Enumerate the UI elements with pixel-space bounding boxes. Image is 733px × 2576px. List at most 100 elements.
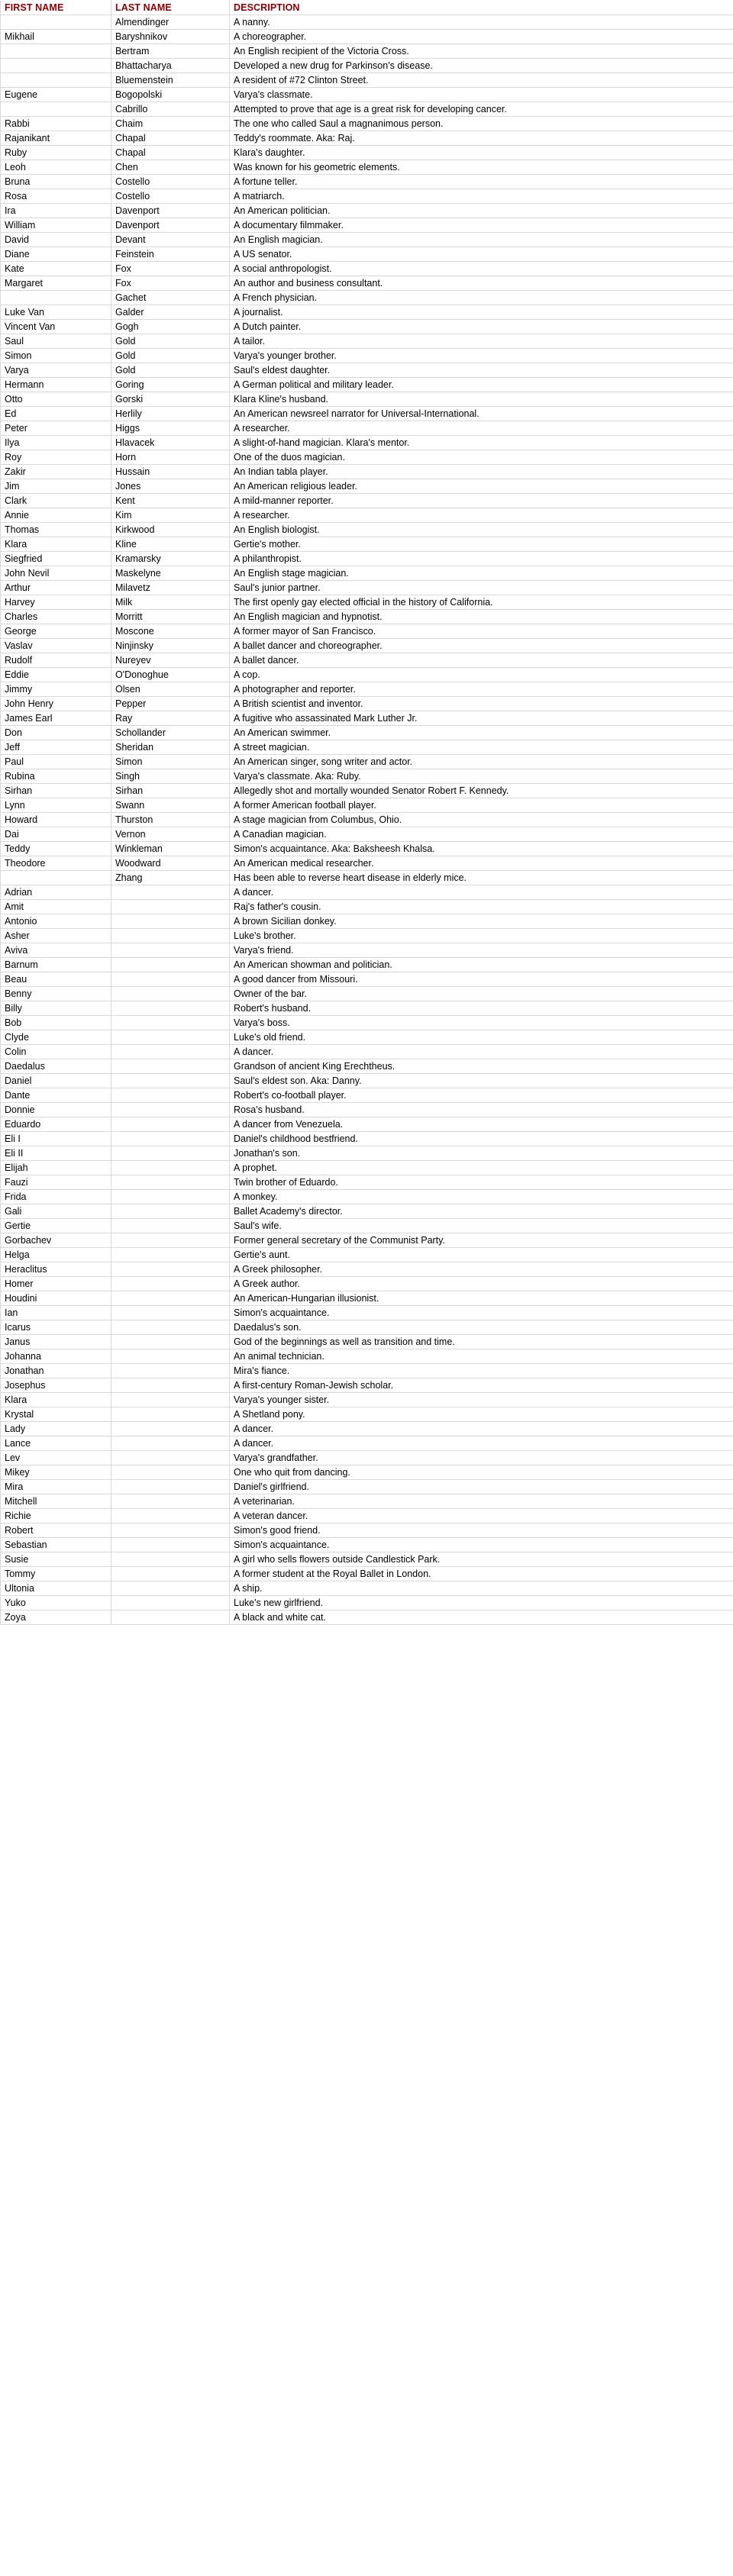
cell-description: A French physician. <box>229 290 733 305</box>
table-row: Vaslav Ninjinsky A ballet dancer and chore… <box>0 638 733 653</box>
cell-first-name: John Nevil <box>0 566 111 581</box>
cell-description: Saul's eldest son. Aka: Danny. <box>229 1073 733 1088</box>
cell-description: An American religious leader. <box>229 479 733 494</box>
cell-description: A researcher. <box>229 508 733 523</box>
cell-first-name: Don <box>0 725 111 740</box>
cell-last-name: Zhang <box>111 870 230 885</box>
table-row: Eduardo A dancer from Venezuela. <box>0 1117 733 1132</box>
cell-description: The first openly gay elected official in… <box>229 595 733 610</box>
cell-last-name: Milk <box>111 595 230 610</box>
table-row: Leoh Chen Was known for his geometric elem… <box>0 160 733 175</box>
cell-last-name: Thurston <box>111 812 230 827</box>
cell-description: Simon's good friend. <box>229 1523 733 1538</box>
cell-description: A dancer. <box>229 1044 733 1059</box>
cell-description: An American politician. <box>229 203 733 218</box>
table-row: Gertie Saul's wife. <box>0 1218 733 1233</box>
cell-description: Grandson of ancient King Erechtheus. <box>229 1059 733 1074</box>
cell-first-name: Sebastian <box>0 1537 111 1552</box>
table-row: Howard Thurston A stage magician from Colu… <box>0 812 733 827</box>
table-row: Mikey One who quit from dancing. <box>0 1465 733 1480</box>
cell-first-name: Kate <box>0 261 111 276</box>
table-row: Elijah A prophet. <box>0 1160 733 1175</box>
cell-last-name: Davenport <box>111 203 230 218</box>
cell-description: A Shetland pony. <box>229 1407 733 1422</box>
cell-first-name: Jim <box>0 479 111 494</box>
cell-description: Attempted to prove that age is a great r… <box>229 102 733 117</box>
cell-first-name: Mikey <box>0 1465 111 1480</box>
cell-last-name <box>111 885 230 900</box>
table-row: Vincent Van Gogh A Dutch painter. <box>0 319 733 334</box>
table-row: Harvey Milk The first openly gay elected o… <box>0 595 733 610</box>
cell-last-name <box>111 1189 230 1204</box>
cell-description: Simon's acquaintance. <box>229 1305 733 1320</box>
cell-first-name <box>0 58 111 73</box>
cell-first-name: Billy <box>0 1001 111 1016</box>
cell-last-name <box>111 1566 230 1581</box>
cell-description: An English biologist. <box>229 522 733 537</box>
cell-description: An American swimmer. <box>229 725 733 740</box>
cell-last-name: O'Donoghue <box>111 667 230 682</box>
cell-last-name: Almendinger <box>111 15 230 30</box>
cell-last-name: Nureyev <box>111 653 230 668</box>
cell-description: A ballet dancer. <box>229 653 733 668</box>
cell-first-name: Daniel <box>0 1073 111 1088</box>
cell-last-name: Costello <box>111 189 230 204</box>
cell-last-name <box>111 1407 230 1422</box>
table-row: Lance A dancer. <box>0 1436 733 1451</box>
table-row: Klara Varya's younger sister. <box>0 1392 733 1407</box>
table-row: Sebastian Simon's acquaintance. <box>0 1537 733 1552</box>
cell-last-name: Winkleman <box>111 841 230 856</box>
table-row: Janus God of the beginnings as well as tr… <box>0 1334 733 1349</box>
cell-first-name: Arthur <box>0 580 111 595</box>
table-row: Kate Fox A social anthropologist. <box>0 261 733 276</box>
table-row: Cabrillo Attempted to prove that age is a… <box>0 102 733 117</box>
cell-last-name: Vernon <box>111 827 230 842</box>
cell-description: An American newsreel narrator for Univer… <box>229 406 733 421</box>
cell-description: Varya's boss. <box>229 1015 733 1030</box>
cell-first-name <box>0 44 111 59</box>
table-row: Paul Simon An American singer, song writer… <box>0 754 733 769</box>
table-row: Robert Simon's good friend. <box>0 1523 733 1538</box>
cell-last-name <box>111 1218 230 1233</box>
cell-first-name: Jeff <box>0 740 111 755</box>
cell-description: Gertie's mother. <box>229 537 733 552</box>
table-row: Roy Horn One of the duos magician. <box>0 450 733 465</box>
cell-first-name: Vaslav <box>0 638 111 653</box>
cell-description: A first-century Roman-Jewish scholar. <box>229 1378 733 1393</box>
cell-first-name: George <box>0 624 111 639</box>
cell-first-name: Mikhail <box>0 29 111 44</box>
cell-first-name: Lance <box>0 1436 111 1451</box>
cell-first-name: Zoya <box>0 1610 111 1625</box>
cell-last-name <box>111 1073 230 1088</box>
table-row: Josephus A first-century Roman-Jewish sch… <box>0 1378 733 1393</box>
cell-first-name: Aviva <box>0 943 111 958</box>
cell-first-name: Ira <box>0 203 111 218</box>
table-row: Barnum An American showman and politician… <box>0 957 733 972</box>
table-row: Hermann Goring A German political and mili… <box>0 377 733 392</box>
cell-first-name: Adrian <box>0 885 111 900</box>
table-row: Daedalus Grandson of ancient King Erechth… <box>0 1059 733 1074</box>
table-row: Ed Herlily An American newsreel narrator f… <box>0 406 733 421</box>
cell-first-name: Peter <box>0 421 111 436</box>
cell-last-name: Kim <box>111 508 230 523</box>
table-row: William Davenport A documentary filmmaker. <box>0 218 733 233</box>
table-row: Ruby Chapal Klara's daughter. <box>0 145 733 160</box>
cell-first-name: Eduardo <box>0 1117 111 1132</box>
cell-description: Klara's daughter. <box>229 145 733 160</box>
cell-first-name: Yuko <box>0 1595 111 1610</box>
cell-description: A philanthropist. <box>229 551 733 566</box>
table-row: James Earl Ray A fugitive who assassinated… <box>0 711 733 726</box>
cell-first-name: Howard <box>0 812 111 827</box>
cell-first-name: Bruna <box>0 174 111 189</box>
cell-last-name <box>111 943 230 958</box>
table-row: Eli I Daniel's childhood bestfriend. <box>0 1131 733 1146</box>
table-row: Benny Owner of the bar. <box>0 986 733 1001</box>
cell-first-name: Homer <box>0 1276 111 1291</box>
cell-first-name: Eli I <box>0 1131 111 1146</box>
table-row: Ira Davenport An American politician. <box>0 203 733 218</box>
table-row: John Henry Pepper A British scientist and … <box>0 696 733 711</box>
cell-last-name <box>111 1479 230 1494</box>
cell-last-name <box>111 1001 230 1016</box>
cell-last-name <box>111 1581 230 1596</box>
cell-last-name: Ninjinsky <box>111 638 230 653</box>
